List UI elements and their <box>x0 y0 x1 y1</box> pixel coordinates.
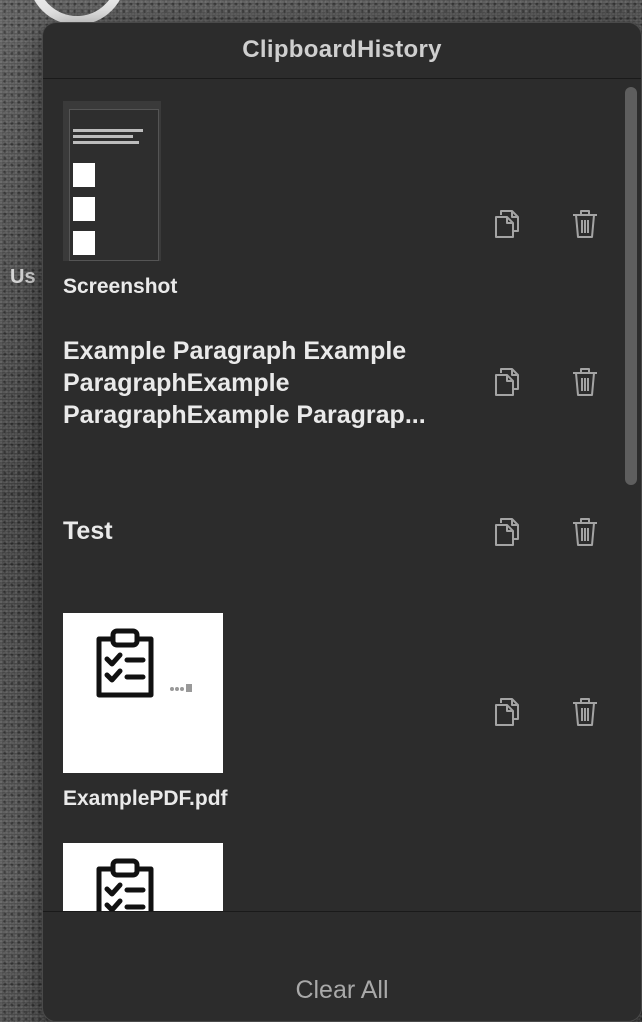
pdf-thumbnail <box>63 613 223 773</box>
scrollbar-thumb[interactable] <box>625 87 637 485</box>
list-item[interactable]: Screenshot <box>63 101 603 299</box>
list-item[interactable]: Example Paragraph Example ParagraphExamp… <box>63 335 603 431</box>
delete-button[interactable] <box>569 207 601 241</box>
delete-button[interactable] <box>569 515 601 549</box>
clear-all-button[interactable]: Clear All <box>43 976 641 1005</box>
trash-icon <box>573 698 597 726</box>
delete-button[interactable] <box>569 695 601 729</box>
item-text: Example Paragraph Example ParagraphExamp… <box>63 337 426 429</box>
copy-button[interactable] <box>491 207 523 241</box>
panel-title: ClipboardHistory <box>43 23 641 79</box>
copy-icon <box>495 698 519 726</box>
list-item[interactable]: Test <box>63 515 603 547</box>
trash-icon <box>573 210 597 238</box>
item-label: Screenshot <box>63 275 178 298</box>
trash-icon <box>573 368 597 396</box>
list-item[interactable] <box>63 843 603 911</box>
copy-button[interactable] <box>491 365 523 399</box>
clipboard-checklist-icon <box>96 858 154 911</box>
panel-footer: Clear All <box>43 911 641 1021</box>
clipboard-history-panel: ClipboardHistory Screenshot Example Para… <box>42 22 642 1022</box>
pdf-thumbnail <box>63 843 223 911</box>
screenshot-thumbnail <box>63 101 161 261</box>
copy-icon <box>495 518 519 546</box>
background-text: Us <box>10 266 36 288</box>
clipboard-checklist-icon <box>96 628 154 698</box>
copy-icon <box>495 368 519 396</box>
copy-button[interactable] <box>491 695 523 729</box>
copy-button[interactable] <box>491 515 523 549</box>
scrollbar[interactable] <box>623 83 637 913</box>
copy-icon <box>495 210 519 238</box>
list-item[interactable]: ExamplePDF.pdf <box>63 613 603 811</box>
trash-icon <box>573 518 597 546</box>
item-label: ExamplePDF.pdf <box>63 787 228 810</box>
delete-button[interactable] <box>569 365 601 399</box>
clipboard-list: Screenshot Example Paragraph Example Par… <box>43 79 641 911</box>
